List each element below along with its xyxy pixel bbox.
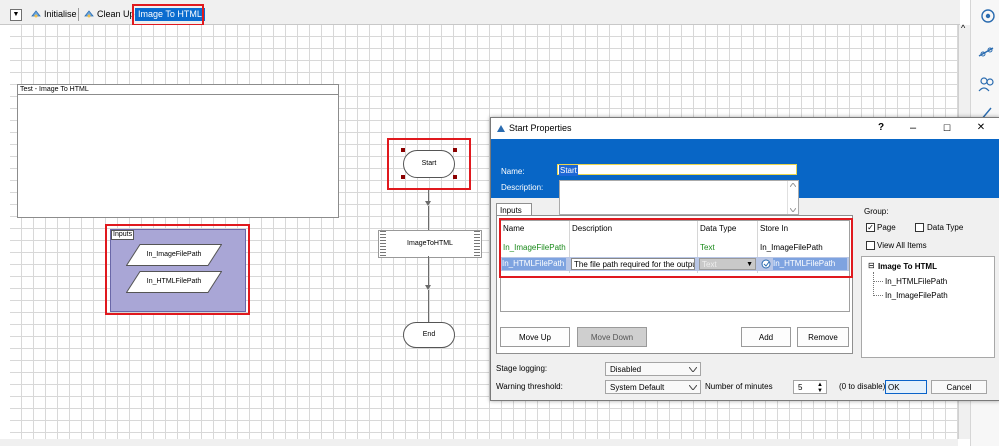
tree-line	[873, 272, 875, 296]
action-stage[interactable]: ImageToHTML	[378, 230, 482, 258]
inputs-tab-panel: Name Description Data Type Store In In_I…	[496, 215, 853, 354]
chevron-up-icon[interactable]	[790, 183, 796, 187]
disable-hint: (0 to disable)	[839, 382, 886, 391]
name-value: Start	[559, 165, 578, 176]
view-all-items-checkbox[interactable]	[866, 241, 875, 250]
help-button[interactable]: ?	[871, 122, 891, 134]
minimize-button[interactable]: –	[903, 122, 923, 134]
dialog-header-band: Name: Start Description:	[491, 139, 999, 215]
page-icon	[84, 10, 94, 18]
tab-dropdown-button[interactable]: ▼	[10, 9, 22, 21]
action-stage-label: ImageToHTML	[407, 240, 453, 247]
tab-label: Initialise	[44, 9, 77, 19]
eye-icon[interactable]	[977, 8, 995, 24]
users-icon[interactable]	[977, 76, 995, 92]
stepper-arrows-icon[interactable]: ▲ ▼	[817, 382, 823, 394]
data-items-tree[interactable]: ⊟ Image To HTML In_HTMLFilePath In_Image…	[861, 256, 995, 358]
number-of-minutes-label: Number of minutes	[705, 382, 773, 391]
move-down-button[interactable]: Move Down	[577, 327, 647, 347]
minutes-stepper[interactable]: 5 ▲ ▼	[793, 380, 827, 394]
description-scrollbar[interactable]	[787, 181, 798, 214]
highlight-box	[387, 138, 471, 190]
remove-button[interactable]: Remove	[797, 327, 849, 347]
tree-collapse-icon[interactable]: ⊟	[868, 261, 875, 270]
tree-child-item[interactable]: In_ImageFilePath	[885, 291, 948, 300]
page-icon	[31, 10, 41, 18]
start-properties-dialog: Start Properties ? – ☐ ✕ Name: Start Des…	[490, 117, 999, 401]
end-stage-label: End	[422, 331, 436, 338]
scroll-up-arrow[interactable]: ^	[961, 23, 965, 33]
flow-link	[428, 206, 429, 230]
tab-clean-up[interactable]: Clean Up	[81, 7, 138, 21]
description-label: Description:	[501, 183, 544, 192]
move-up-button[interactable]: Move Up	[500, 327, 570, 347]
horizontal-scrollbar[interactable]	[0, 439, 958, 446]
action-edge-left	[380, 231, 386, 257]
warning-threshold-label: Warning threshold:	[496, 382, 563, 391]
stage-logging-label: Stage logging:	[496, 364, 548, 373]
stage-logging-value: Disabled	[610, 365, 642, 374]
highlight-box	[499, 218, 853, 278]
page-checkbox[interactable]: ✓	[866, 223, 875, 232]
action-edge-right	[474, 231, 480, 257]
dialog-title: Start Properties	[509, 123, 572, 133]
tab-label: Clean Up	[97, 9, 135, 19]
page-checkbox-label: Page	[877, 223, 896, 232]
warning-threshold-select[interactable]: System Default	[605, 380, 701, 394]
close-button[interactable]: ✕	[971, 122, 991, 134]
minutes-value: 5	[798, 383, 803, 392]
warning-threshold-value: System Default	[610, 383, 665, 392]
dialog-app-icon	[497, 125, 505, 132]
checkmark-icon: ✓	[867, 223, 874, 232]
maximize-button[interactable]: ☐	[937, 122, 957, 134]
chevron-down-icon[interactable]	[689, 367, 697, 372]
tab-initialise[interactable]: Initialise	[28, 7, 80, 21]
tree-line	[873, 281, 883, 282]
flow-link	[428, 256, 429, 286]
data-type-checkbox[interactable]	[915, 223, 924, 232]
tab-separator	[78, 8, 79, 21]
page-info-block[interactable]: Test - Image To HTML	[17, 84, 339, 218]
highlight-box	[105, 224, 250, 315]
stage-logging-select[interactable]: Disabled	[605, 362, 701, 376]
page-info-title: Test - Image To HTML	[18, 85, 338, 95]
add-button[interactable]: Add	[741, 327, 791, 347]
page-tab-bar: ▼ Initialise Clean Up Image To HTML	[0, 0, 960, 26]
highlight-box	[132, 4, 204, 26]
dialog-titlebar[interactable]: Start Properties ? – ☐ ✕	[491, 118, 999, 139]
description-input[interactable]	[559, 180, 799, 215]
chevron-down-icon[interactable]	[689, 385, 697, 390]
end-stage[interactable]: End	[403, 322, 455, 348]
ok-button[interactable]: OK	[885, 380, 927, 394]
data-type-checkbox-label: Data Type	[927, 223, 964, 232]
name-label: Name:	[501, 167, 525, 176]
tree-child-item[interactable]: In_HTMLFilePath	[885, 277, 947, 286]
tool-icon[interactable]	[977, 44, 995, 60]
tree-line	[873, 295, 883, 296]
tree-root-item[interactable]: Image To HTML	[878, 262, 937, 271]
chevron-down-icon[interactable]	[790, 208, 796, 212]
group-label: Group:	[864, 207, 889, 216]
name-input[interactable]: Start	[557, 164, 797, 176]
cancel-button[interactable]: Cancel	[931, 380, 987, 394]
view-all-items-label: View All Items	[877, 241, 927, 250]
flow-link	[428, 290, 429, 322]
